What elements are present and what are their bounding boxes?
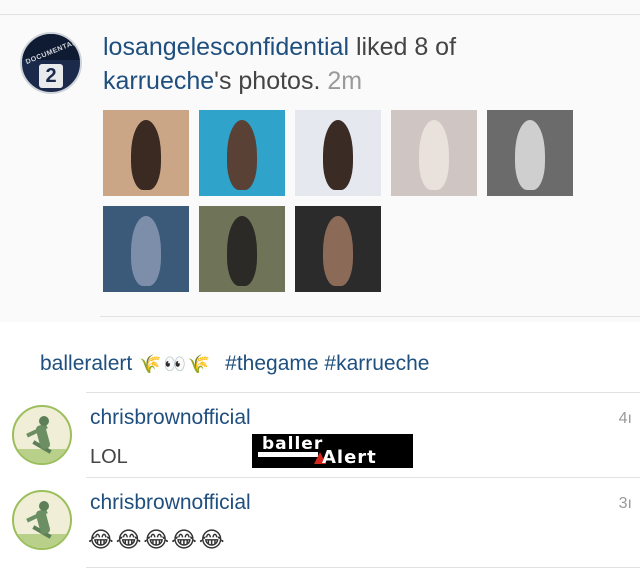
comment-user-link[interactable]: chrisbrownofficial bbox=[90, 491, 251, 515]
photo-thumbnail[interactable] bbox=[295, 110, 381, 196]
comment-avatar[interactable] bbox=[12, 490, 72, 550]
user-avatar[interactable]: DOCUMENTARY 2 bbox=[20, 32, 82, 94]
activity-text-before: liked 8 of bbox=[349, 33, 457, 61]
ear-of-rice-emoji: 🌾 bbox=[139, 353, 162, 374]
photo-thumbnail[interactable] bbox=[487, 110, 573, 196]
photo-thumbnail[interactable] bbox=[199, 206, 285, 292]
photo-thumbnail[interactable] bbox=[103, 206, 189, 292]
avatar-badge-number: 2 bbox=[39, 64, 63, 88]
divider bbox=[0, 14, 640, 15]
activity-time: 2m bbox=[327, 67, 363, 95]
photo-thumbnail[interactable] bbox=[103, 110, 189, 196]
photo-subject bbox=[419, 120, 449, 190]
ear-of-rice-emoji: 🌾 bbox=[187, 353, 211, 374]
photo-subject bbox=[227, 216, 257, 286]
activity-target-user-link[interactable]: karrueche bbox=[103, 67, 214, 95]
photo-subject bbox=[515, 120, 545, 190]
photo-thumbnail[interactable] bbox=[295, 206, 381, 292]
activity-user-link[interactable]: losangelesconfidential bbox=[103, 33, 349, 61]
photo-subject bbox=[323, 120, 353, 190]
divider bbox=[86, 392, 640, 393]
divider bbox=[100, 316, 640, 317]
post-caption: balleralert 🌾 👀 🌾 #thegame #karrueche bbox=[40, 352, 429, 376]
photo-subject bbox=[323, 216, 353, 286]
photo-thumbnail[interactable] bbox=[199, 110, 285, 196]
activity-text-after: 's photos. bbox=[214, 67, 321, 95]
comment-text: 😂😂😂😂😂 bbox=[88, 527, 227, 552]
watermark-line1: baller bbox=[262, 434, 324, 454]
activity-card: DOCUMENTARY 2 losangelesconfidential lik… bbox=[0, 0, 640, 322]
activity-text: losangelesconfidential liked 8 of karrue… bbox=[103, 30, 623, 98]
eyes-emoji: 👀 bbox=[163, 353, 186, 374]
photo-subject bbox=[131, 120, 161, 190]
photo-thumbnail[interactable] bbox=[391, 110, 477, 196]
photo-subject bbox=[227, 120, 257, 190]
comment-user-link[interactable]: chrisbrownofficial bbox=[90, 406, 251, 430]
balleralert-watermark-logo: baller Alert bbox=[252, 434, 413, 468]
divider bbox=[86, 567, 640, 568]
comment-text: LOL bbox=[90, 446, 128, 468]
caption-user-link[interactable]: balleralert bbox=[40, 352, 132, 375]
watermark-line2: Alert bbox=[322, 447, 377, 468]
comment-time: 4ı bbox=[618, 410, 632, 427]
photo-subject bbox=[131, 216, 161, 286]
comment-avatar[interactable] bbox=[12, 405, 72, 465]
caption-hashtags[interactable]: #thegame #karrueche bbox=[225, 352, 429, 375]
divider bbox=[86, 477, 640, 478]
comment-time: 3ı bbox=[618, 495, 632, 512]
